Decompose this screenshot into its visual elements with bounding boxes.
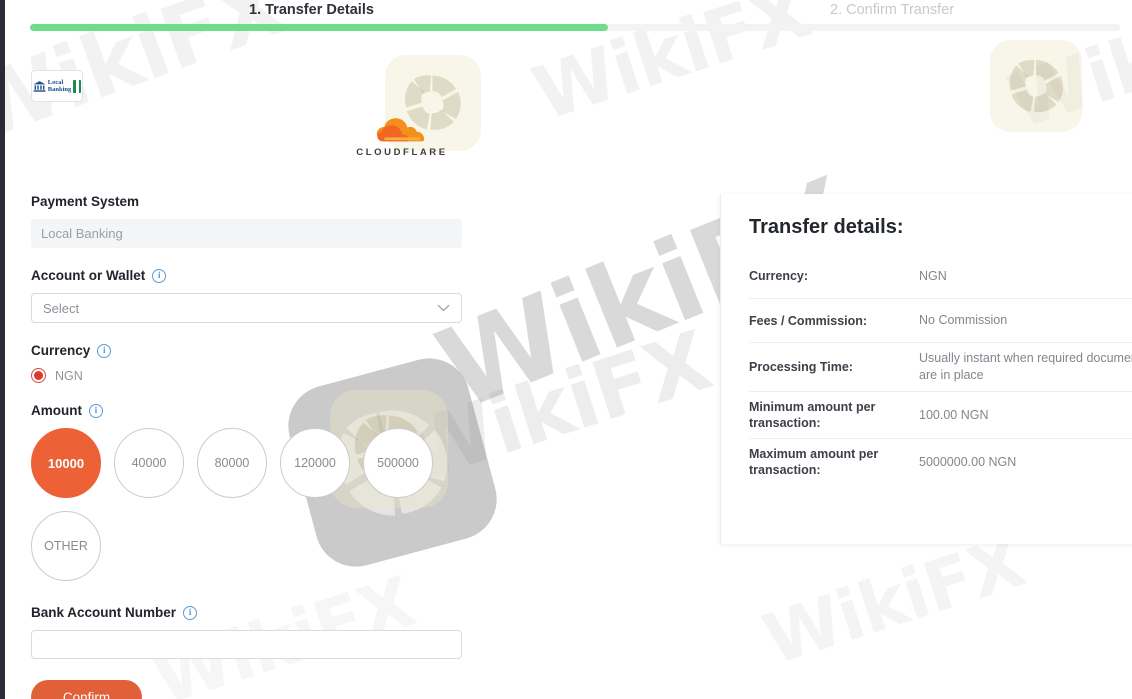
left-edge-strip [0,0,5,699]
payment-system-label: Payment System [31,194,462,209]
amount-label: Amount i [31,403,462,418]
detail-value: NGN [919,268,947,283]
transfer-details-panel: Transfer details: Currency: NGN Fees / Com… [720,194,1132,544]
amount-option-40000[interactable]: 40000 [114,428,184,498]
stepper: 1. Transfer Details 2. Confirm Transfer [0,0,1132,44]
field-bank-account-number: Bank Account Number i [31,605,462,659]
amount-label-text: Amount [31,403,82,418]
cloudflare-cloud-icon [377,118,425,142]
amount-option-500000[interactable]: 500000 [363,428,433,498]
info-icon-currency[interactable]: i [97,343,112,358]
amount-option-120000[interactable]: 120000 [280,428,350,498]
radio-inner-dot [34,371,43,380]
account-or-wallet-placeholder: Select [43,300,80,316]
watermark-text: WikiFX [753,520,1034,682]
amount-options: 10000 40000 80000 120000 500000 OTHER [31,428,461,581]
info-icon-account-or-wallet[interactable]: i [152,268,167,283]
badge-line-1: Local [47,78,64,86]
detail-key: Fees / Commission: [749,313,868,328]
currency-option-label: NGN [55,368,83,383]
amount-option-other[interactable]: OTHER [31,511,101,581]
detail-value: No Commission [919,313,1008,327]
detail-row: Maximum amount per transaction: 5000000.0… [749,438,1132,485]
step-confirm-transfer[interactable]: 2. Confirm Transfer [830,0,954,20]
account-or-wallet-select[interactable]: Select [31,293,462,323]
bank-account-number-label-text: Bank Account Number [31,605,177,620]
field-account-or-wallet: Account or Wallet i Select [31,268,462,323]
payment-system-label-text: Payment System [31,194,140,209]
detail-value: 100.00 NGN [919,407,989,422]
currency-label-text: Currency [31,343,91,358]
detail-key: Currency: [749,269,809,283]
transfer-details-title: Transfer details: [749,216,904,238]
detail-row: Fees / Commission: No Commission [749,298,1132,342]
transfer-details-table: Currency: NGN Fees / Commission: No Commiss… [749,254,1132,485]
cloudflare-logo: CLOUDFLARE [352,116,452,158]
field-amount: Amount i 10000 40000 80000 120000 500000 OTHE… [31,403,462,581]
amount-option-10000[interactable]: 10000 [31,428,101,498]
payment-system-badge: Local Banking [31,70,83,102]
badge-line-2: Banking [47,86,72,93]
step-transfer-details[interactable]: 1. Transfer Details [249,0,374,20]
confirm-button[interactable]: Confirm [31,680,142,699]
brand-row: Local Banking CLOUDFLARE [0,44,1132,158]
radio-button-ngn[interactable] [31,368,46,383]
info-icon-amount[interactable]: i [89,403,103,418]
payment-system-value: Local Banking [31,219,462,248]
field-payment-system: Payment System Local Banking [31,194,462,248]
nigeria-flag-icon [73,79,82,93]
progress-track [30,24,1120,31]
amount-option-80000[interactable]: 80000 [197,428,267,498]
field-currency: Currency i NGN [31,343,462,383]
account-or-wallet-label: Account or Wallet i [31,268,462,283]
bank-account-number-label: Bank Account Number i [31,605,462,620]
account-or-wallet-label-text: Account or Wallet [31,268,146,283]
transfer-form: Payment System Local Banking Account or … [31,194,462,699]
detail-row: Minimum amount per transaction: 100.00 NG… [749,391,1132,438]
cloudflare-wordmark: CLOUDFLARE [356,147,448,158]
bank-building-icon [33,80,46,92]
bank-account-number-input[interactable] [31,630,462,659]
currency-radio-ngn[interactable]: NGN [31,368,462,383]
payment-system-badge-text: Local Banking [48,79,72,94]
progress-fill [30,24,608,31]
currency-label: Currency i [31,343,462,358]
detail-row: Processing Time: Usually instant when req… [749,342,1132,391]
detail-key: Processing Time: [749,360,853,374]
detail-row: Currency: NGN [749,254,1132,298]
info-icon-bank-account-number[interactable]: i [183,605,198,620]
detail-key: Minimum amount per transaction: [749,400,876,430]
chevron-down-icon [437,304,450,312]
detail-key: Maximum amount per transaction: [749,447,879,477]
detail-value: 5000000.00 NGN [919,454,1017,469]
detail-value: Usually instant when required documents … [919,351,1132,382]
